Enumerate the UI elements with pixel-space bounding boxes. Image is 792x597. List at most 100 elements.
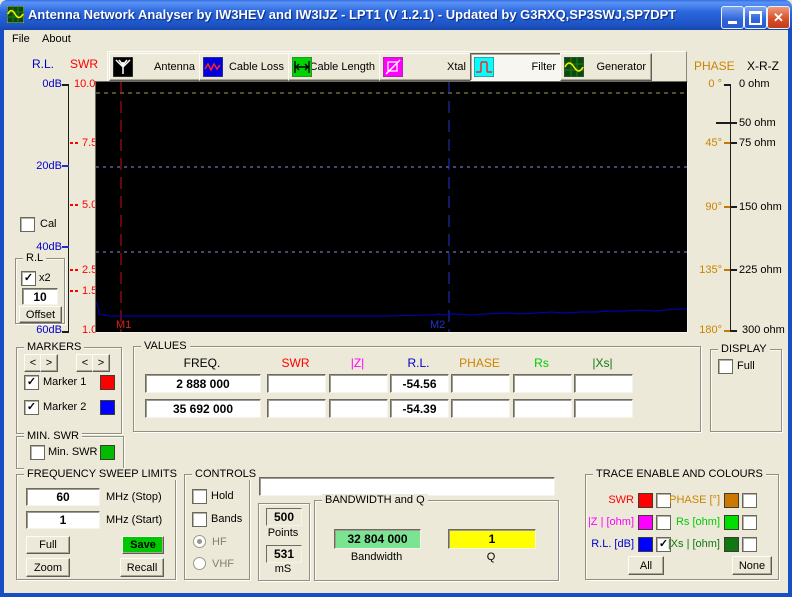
chart-plot: M1 M2 — [96, 82, 687, 332]
close-button[interactable]: ✕ — [767, 6, 790, 29]
chart-area[interactable]: M1 M2 — [95, 81, 688, 333]
marker1-checkbox[interactable]: ✓ — [24, 375, 39, 390]
hold-checkbox[interactable] — [192, 489, 207, 504]
close-icon: ✕ — [773, 10, 784, 26]
values-header-phase: PHASE — [451, 356, 508, 370]
toolbar-button-cable-length[interactable]: Cable Length — [288, 53, 381, 81]
rl-axis-title: R.L. — [32, 57, 54, 71]
marker2-checkbox[interactable]: ✓ — [24, 400, 39, 415]
q-label: Q — [448, 551, 534, 563]
app-icon — [7, 6, 24, 23]
marker1-next-button[interactable]: > — [40, 354, 58, 372]
values-header-z: |Z| — [329, 356, 386, 370]
minimize-button[interactable] — [721, 6, 744, 29]
recall-button[interactable]: Recall — [120, 558, 164, 577]
marker2-xs-field — [574, 399, 633, 418]
values-group-title: VALUES — [141, 340, 190, 352]
axis-tick — [724, 142, 730, 144]
trace-xs-swatch[interactable] — [724, 537, 739, 552]
trace-rs-swatch[interactable] — [724, 515, 739, 530]
ohm-tick-label: 50 ohm — [739, 117, 776, 129]
start-frequency-field[interactable]: 1 — [26, 511, 100, 529]
marker2-next-button[interactable]: > — [92, 354, 110, 372]
marker2-rs-field — [513, 399, 572, 418]
bandwidth-group-title: BANDWIDTH and Q — [322, 494, 428, 506]
markers-group-title: MARKERS — [24, 341, 84, 353]
toolbar-button-filter[interactable]: Filter — [470, 53, 562, 81]
stop-frequency-field[interactable]: 60 — [26, 488, 100, 506]
generator-icon — [564, 57, 584, 77]
trace-z-swatch[interactable] — [638, 515, 653, 530]
marker2-rl-field: -54.39 — [390, 399, 449, 418]
min-swr-color-swatch[interactable] — [100, 445, 115, 460]
display-full-checkbox[interactable] — [718, 359, 733, 374]
toolbar-button-xtal[interactable]: Xtal — [379, 53, 472, 81]
maximize-button[interactable] — [744, 6, 767, 29]
save-button[interactable]: Save — [122, 536, 164, 554]
toolbar-label: Cable Loss — [229, 61, 284, 73]
axis-tick — [731, 330, 737, 332]
axis-tick — [731, 206, 737, 208]
menu-about[interactable]: About — [42, 33, 71, 45]
phase-tick-label: 45° — [684, 137, 722, 149]
rl-tick-label: 0dB — [20, 78, 62, 90]
vhf-radio[interactable] — [193, 557, 206, 570]
min-swr-checkbox[interactable] — [30, 445, 45, 460]
toolbar-label: Filter — [532, 61, 556, 73]
trace-group-title: TRACE ENABLE AND COLOURS — [593, 468, 766, 480]
menu-file[interactable]: File — [12, 33, 30, 45]
trace-xs-checkbox[interactable] — [742, 537, 757, 552]
points-value: 500 — [266, 508, 302, 526]
marker1-rs-field — [513, 374, 572, 393]
marker1-freq-field[interactable]: 2 888 000 — [145, 374, 261, 393]
zoom-button[interactable]: Zoom — [26, 558, 70, 577]
axis-tick — [70, 269, 80, 271]
toolbar-button-cable-loss[interactable]: Cable Loss — [199, 53, 290, 81]
xtal-icon — [383, 57, 403, 77]
ohm-tick-label: 75 ohm — [739, 137, 776, 149]
toolbar-label: Cable Length — [310, 61, 375, 73]
axis-tick — [724, 269, 730, 271]
trace-rl-swatch[interactable] — [638, 537, 653, 552]
phase-tick-label: 0 ° — [684, 78, 722, 90]
axis-tick — [724, 206, 730, 208]
ohm-tick-label: 225 ohm — [739, 264, 782, 276]
toolbar-button-antenna[interactable]: Antenna — [109, 53, 201, 81]
cal-label: Cal — [40, 218, 57, 230]
marker1-label: Marker 1 — [43, 376, 86, 388]
phase-axis-title: PHASE — [694, 59, 735, 73]
marker2-label: M2 — [430, 319, 445, 331]
offset-value-field[interactable]: 10 — [22, 288, 58, 305]
toolbar-button-generator[interactable]: Generator — [560, 53, 652, 81]
marker2-freq-field[interactable]: 35 692 000 — [145, 399, 261, 418]
axis-tick — [62, 84, 69, 86]
marker2-color-swatch[interactable] — [100, 400, 115, 415]
window-border-bottom — [0, 593, 792, 597]
trace-phase-checkbox[interactable] — [742, 493, 757, 508]
trace-phase-swatch[interactable] — [724, 493, 739, 508]
trace-z-label: |Z | [ohm] — [582, 516, 634, 528]
min-swr-group-title: MIN. SWR — [24, 430, 82, 442]
values-header-rl: R.L. — [390, 356, 447, 370]
axis-tick — [724, 84, 730, 86]
axis-tick — [731, 122, 737, 124]
bands-checkbox[interactable] — [192, 512, 207, 527]
trace-rs-checkbox[interactable] — [742, 515, 757, 530]
values-header-swr: SWR — [267, 356, 324, 370]
trace-none-button[interactable]: None — [732, 556, 772, 575]
title-bar[interactable]: Antenna Network Analyser by IW3HEV and I… — [0, 0, 792, 30]
radio-dot — [197, 539, 202, 544]
axis-tick — [70, 204, 80, 206]
trace-swr-swatch[interactable] — [638, 493, 653, 508]
points-label: Points — [258, 527, 308, 539]
cal-checkbox[interactable] — [20, 217, 35, 232]
hf-radio[interactable] — [193, 535, 206, 548]
full-sweep-button[interactable]: Full — [26, 536, 70, 554]
ms-label: mS — [258, 563, 308, 575]
marker1-z-field — [329, 374, 388, 393]
marker1-color-swatch[interactable] — [100, 375, 115, 390]
offset-button[interactable]: Offset — [19, 306, 62, 323]
rl-tick-label: 20dB — [20, 160, 62, 172]
trace-all-button[interactable]: All — [628, 556, 664, 575]
x2-checkbox[interactable]: ✓ — [21, 271, 36, 286]
